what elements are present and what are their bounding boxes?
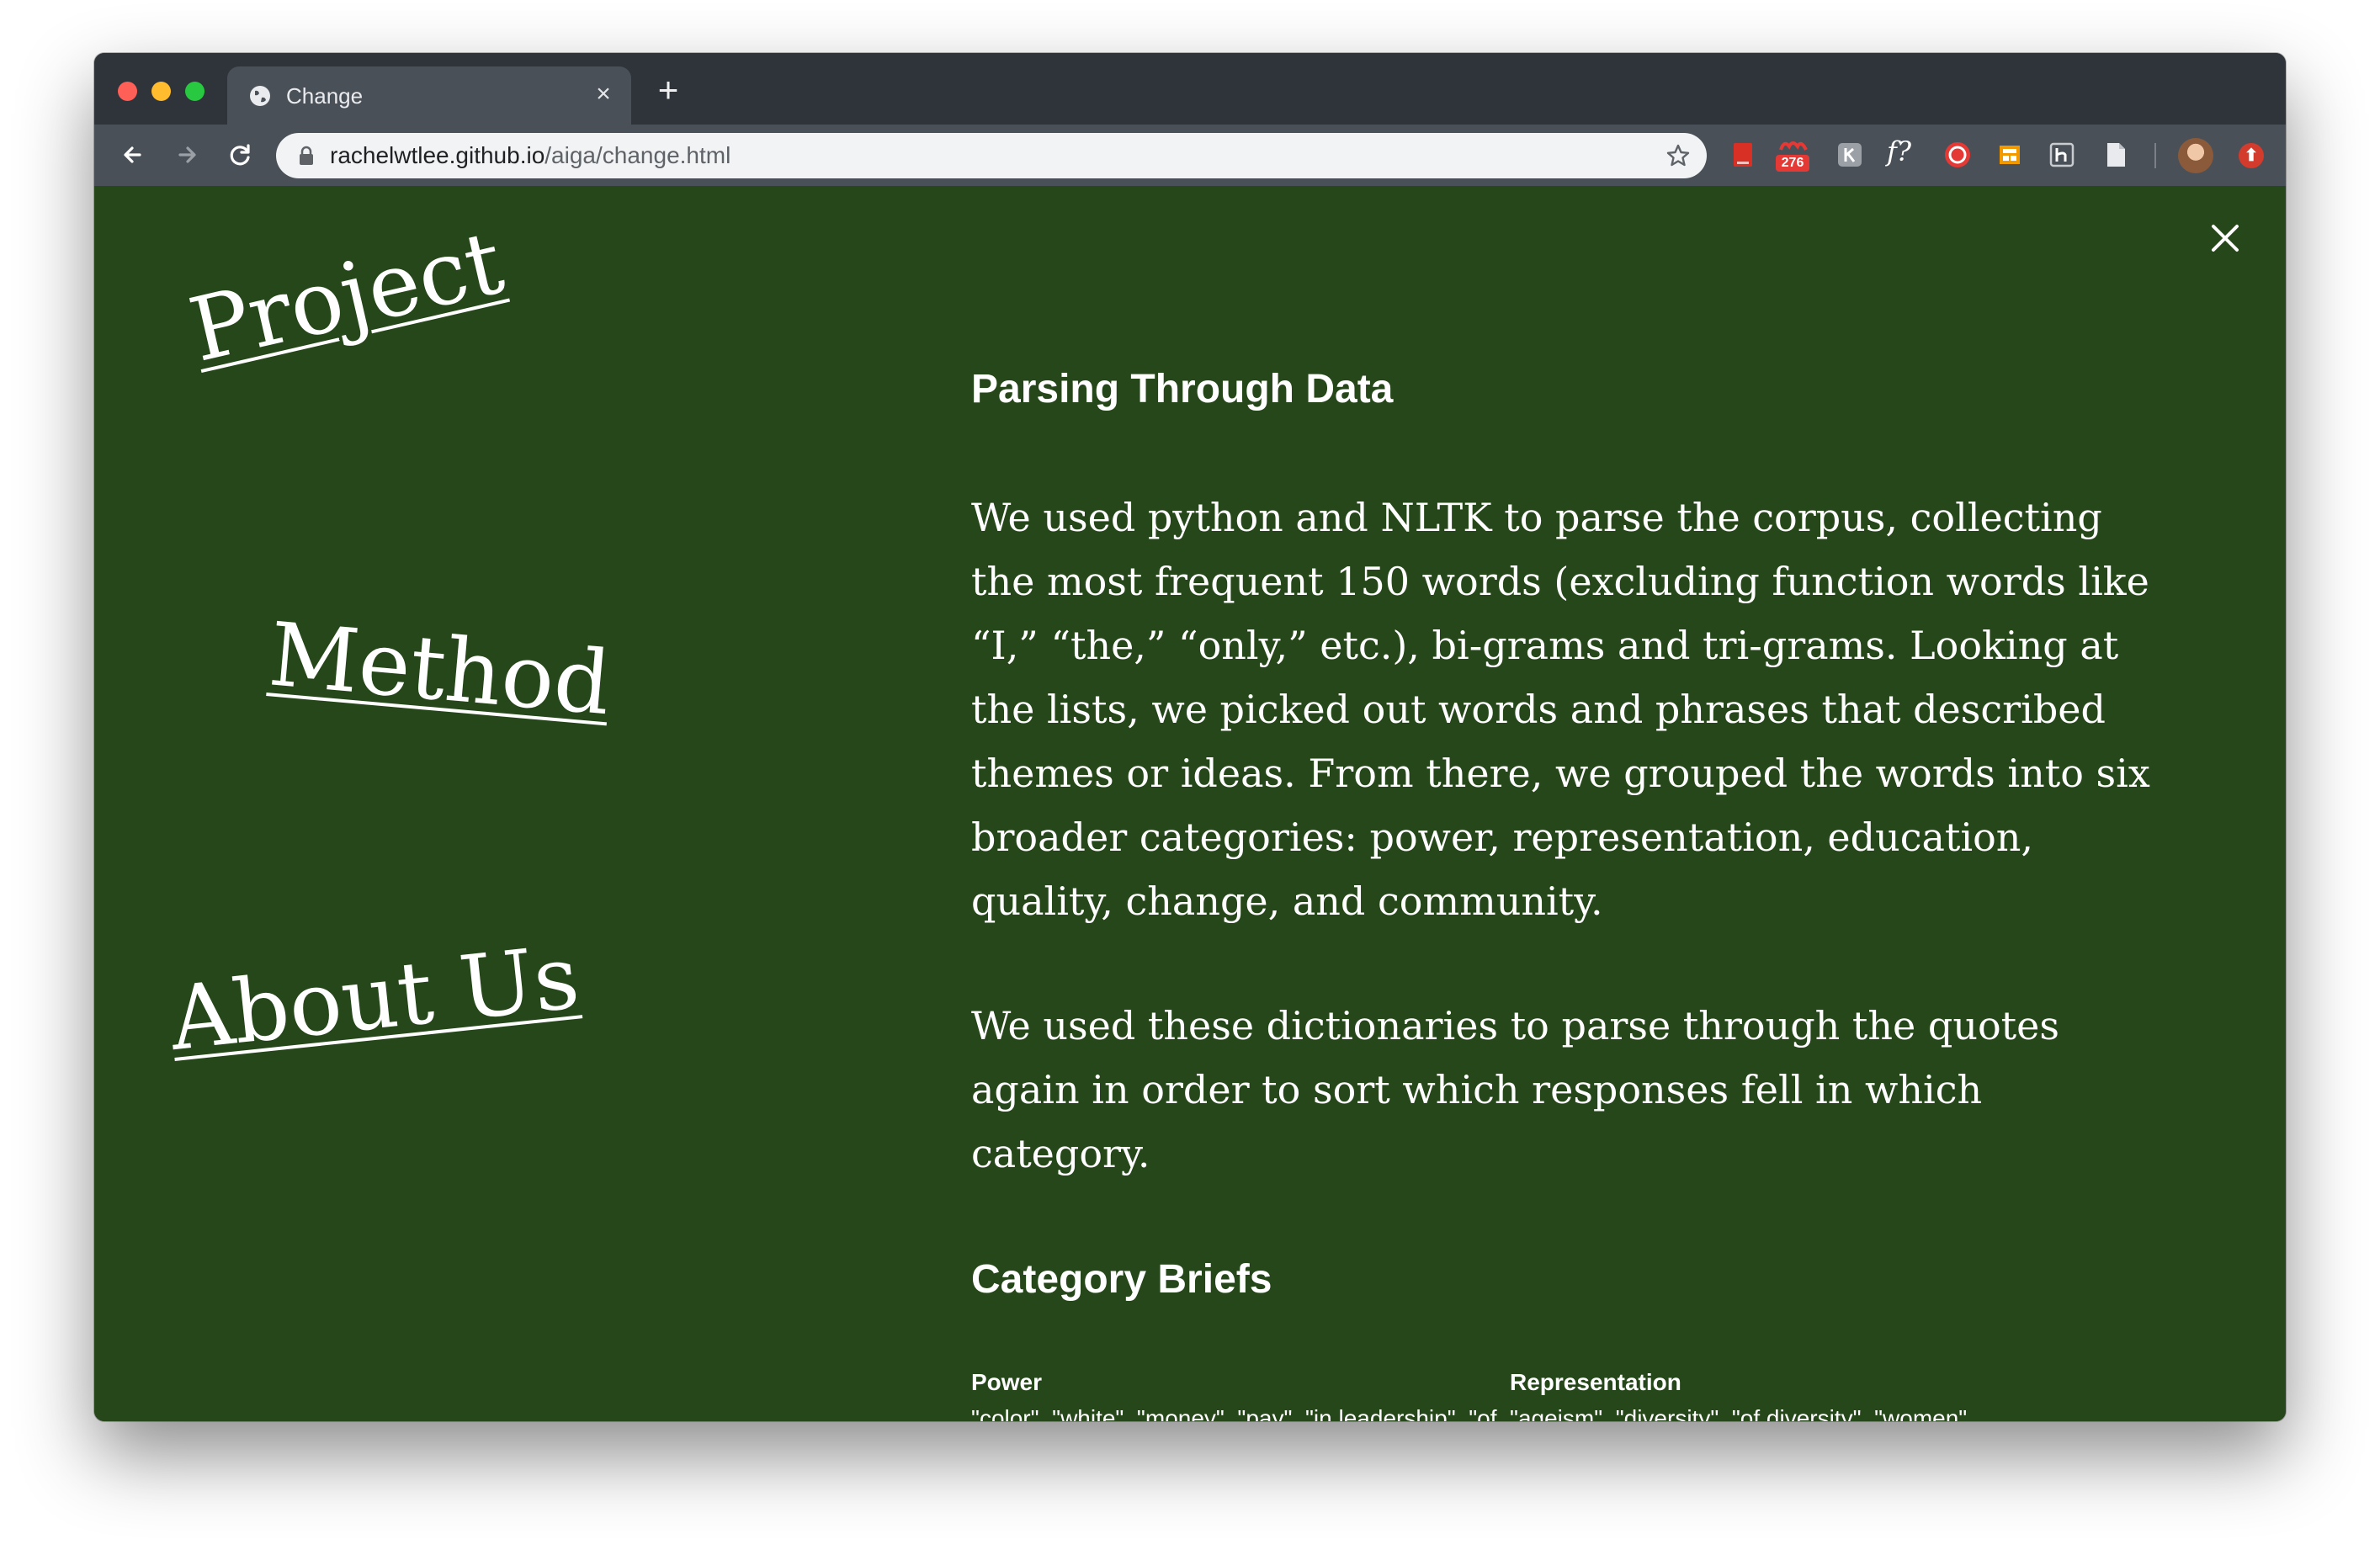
badge-extension-glyph — [1779, 141, 1808, 151]
brief-title: Representation — [1510, 1369, 1681, 1395]
back-icon[interactable] — [114, 136, 151, 173]
close-tab-icon[interactable]: × — [591, 82, 616, 107]
maximize-window-button[interactable] — [185, 82, 205, 101]
minimize-window-button[interactable] — [151, 82, 171, 101]
nav-link-method[interactable]: Method — [265, 602, 614, 735]
article: Parsing Through Data We used python and … — [971, 364, 2166, 1421]
close-window-button[interactable] — [118, 82, 137, 101]
forward-icon[interactable] — [168, 136, 205, 173]
layout-extension-icon[interactable] — [1995, 140, 2025, 170]
url-text[interactable]: rachelwtlee.github.io/aiga/change.html — [330, 143, 730, 168]
f-extension-icon[interactable]: f? — [1887, 135, 1924, 167]
star-icon[interactable] — [1665, 142, 1692, 169]
url-path: /aiga/change.html — [545, 142, 731, 168]
badge-extension-icon[interactable]: 276 — [1776, 136, 1811, 173]
paragraph-method: We used python and NLTK to parse the cor… — [971, 495, 2150, 924]
brief-title: Power — [971, 1369, 1043, 1395]
brief-words: "color", "white", "money", "pay", "in le… — [971, 1405, 1497, 1421]
url-host: rachelwtlee.github.io — [330, 142, 545, 168]
browser-window: Change × + rachelwtlee.github.io/aiga/ch… — [94, 53, 2286, 1421]
section-heading-parsing: Parsing Through Data — [971, 367, 1394, 411]
page-content: Project Method About Us Parsing Through … — [94, 186, 2286, 1421]
paragraph-dictionaries: We used these dictionaries to parse thro… — [971, 1003, 2059, 1176]
address-bar[interactable]: rachelwtlee.github.io/aiga/change.html — [276, 133, 1707, 178]
toolbar-divider — [2154, 143, 2156, 168]
pdf-extension-icon[interactable] — [1729, 140, 1759, 170]
nav-link-project[interactable]: Project — [181, 210, 513, 381]
tab-strip: Change × + — [94, 53, 2286, 125]
globe-icon — [250, 86, 270, 106]
avatar[interactable] — [2178, 138, 2213, 173]
tab-title: Change — [286, 83, 364, 109]
document-extension-icon[interactable] — [2101, 140, 2131, 170]
section-heading-category-briefs: Category Briefs — [971, 1257, 1272, 1302]
update-icon[interactable]: ⬆ — [2239, 143, 2264, 168]
extension-badge-count: 276 — [1776, 155, 1809, 172]
category-briefs: Power "color", "white", "money", "pay", … — [971, 1367, 2166, 1421]
toolbar: rachelwtlee.github.io/aiga/change.html 2… — [94, 125, 2286, 186]
brief-power: Power "color", "white", "money", "pay", … — [971, 1367, 1501, 1421]
k-extension-icon[interactable] — [1835, 140, 1865, 170]
tab-change[interactable]: Change × — [227, 66, 631, 125]
new-tab-button[interactable]: + — [651, 72, 685, 109]
h-extension-icon[interactable] — [2047, 140, 2077, 170]
brief-words: "ageism", "diversity", "of diversity", "… — [1510, 1405, 1974, 1421]
nav-link-about-us[interactable]: About Us — [165, 926, 583, 1070]
lock-icon[interactable] — [298, 146, 315, 166]
brief-representation: Representation "ageism", "diversity", "o… — [1510, 1367, 2040, 1421]
reload-icon[interactable] — [222, 136, 259, 173]
stop-extension-icon[interactable] — [1942, 140, 1973, 170]
close-icon[interactable] — [2208, 221, 2242, 255]
